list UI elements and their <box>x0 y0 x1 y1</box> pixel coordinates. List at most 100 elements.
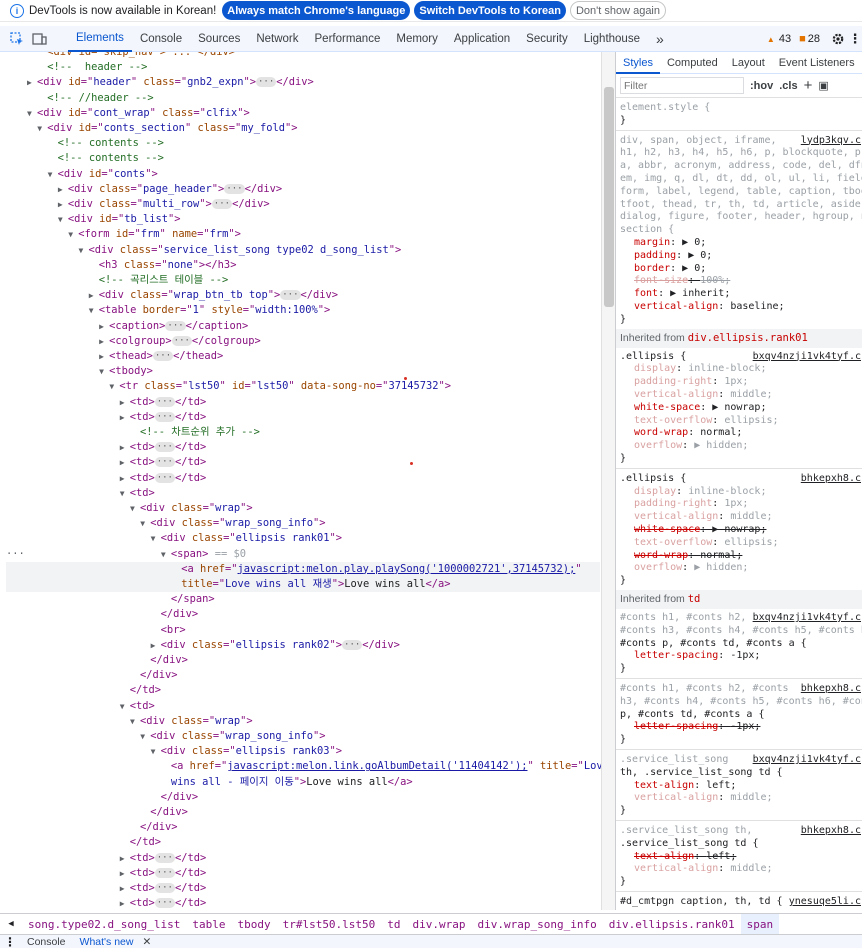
css-property-value[interactable]: left; <box>706 851 736 862</box>
issues-badge[interactable]: ■ 28 <box>799 33 820 45</box>
more-options-icon[interactable]: ⋮ <box>848 31 862 47</box>
expand-triangle-icon[interactable]: ▶ <box>89 288 99 303</box>
breadcrumb-item[interactable]: div.ellipsis.rank01 <box>603 914 741 935</box>
expand-triangle-icon[interactable]: ▶ <box>58 197 68 212</box>
dom-node-line[interactable]: <a href="javascript:melon.link.goAlbumDe… <box>171 759 601 774</box>
dom-node-line[interactable]: <!-- //header --> <box>47 91 153 106</box>
dom-node-line[interactable]: ▶ <td> ··· </td> <box>120 471 207 486</box>
attr-link[interactable]: javascript:melon.play.playSong('10000027… <box>238 563 576 575</box>
css-property-name[interactable]: letter-spacing <box>634 721 718 732</box>
css-property-value[interactable]: ellipsis; <box>724 537 778 548</box>
collapsed-ellipsis[interactable]: ··· <box>154 898 175 909</box>
styles-tab-layout[interactable]: Layout <box>725 52 772 74</box>
css-property-line[interactable]: padding: ▶ 0; <box>634 250 712 263</box>
css-property-value[interactable]: ▶ inherit; <box>670 288 730 299</box>
tab-network[interactable]: Network <box>248 26 306 52</box>
dom-node-line[interactable]: ▶ <td> ··· </td> <box>120 440 207 455</box>
stylesheet-source-link[interactable]: bxqv4nzji1vk4tyf.c <box>749 754 861 767</box>
match-language-button[interactable]: Always match Chrome's language <box>222 1 411 20</box>
dom-node-line[interactable]: ▶ <caption> ··· </caption> <box>99 319 248 334</box>
inherited-target[interactable]: td <box>688 593 701 605</box>
collapsed-ellipsis[interactable]: ··· <box>171 335 192 346</box>
elements-dom-tree[interactable]: <div id="skip_nav"> ... </div> <!-- heade… <box>0 52 601 910</box>
dom-node-line[interactable]: </div> <box>161 790 199 805</box>
dom-node-line[interactable]: ▶ <td> ··· </td> <box>120 395 207 410</box>
breadcrumb-item[interactable]: td <box>381 914 406 935</box>
dom-node-line[interactable]: ▶ <td> ··· </td> <box>120 866 207 881</box>
expand-triangle-icon[interactable]: ▶ <box>58 182 68 197</box>
css-selector-line[interactable]: } <box>620 663 626 676</box>
collapse-triangle-icon[interactable]: ▼ <box>120 486 130 501</box>
collapse-triangle-icon[interactable]: ▼ <box>120 699 130 714</box>
css-property-name[interactable]: vertical-align <box>634 863 718 874</box>
css-property-name[interactable]: letter-spacing <box>634 650 718 661</box>
dom-node-line[interactable]: wins all - 페이지 이동">Love wins all</a> <box>171 775 413 790</box>
css-property-value[interactable]: 1px; <box>724 498 748 509</box>
expand-triangle-icon[interactable]: ▶ <box>120 410 130 425</box>
css-selector-line[interactable]: th, .service_list_song td { <box>620 767 783 780</box>
dom-node-line[interactable]: ▶ <div class="page_header"> ··· </div> <box>58 182 282 197</box>
collapse-triangle-icon[interactable]: ▼ <box>130 501 140 516</box>
collapsed-ellipsis[interactable]: ··· <box>154 411 175 422</box>
css-property-value[interactable]: inline-block; <box>688 363 766 374</box>
dom-node-line[interactable]: <br> <box>161 623 186 638</box>
dom-node-line[interactable]: ▼ <div id="conts"> <box>48 167 158 182</box>
stylesheet-source-link[interactable]: bxqv4nzji1vk4tyf.c <box>749 612 861 625</box>
dom-node-line[interactable]: <!-- header --> <box>47 60 147 75</box>
computed-sidebar-icon[interactable]: ▣ <box>818 79 828 92</box>
css-property-value[interactable]: middle; <box>730 863 772 874</box>
collapsed-ellipsis[interactable]: ··· <box>152 351 174 361</box>
expand-triangle-icon[interactable]: ▶ <box>120 395 130 410</box>
collapse-triangle-icon[interactable]: ▼ <box>109 379 119 394</box>
expand-triangle-icon[interactable]: ▶ <box>99 349 109 364</box>
drawer-tab-what-s-new[interactable]: What's new <box>73 936 141 948</box>
drawer-tab-console[interactable]: Console <box>20 936 73 948</box>
css-property-line[interactable]: text-align: left; <box>634 780 736 793</box>
drawer-menu-icon[interactable]: ⋮ <box>0 935 20 948</box>
breadcrumb-item[interactable]: tr#lst50.lst50 <box>277 914 382 935</box>
tab-sources[interactable]: Sources <box>190 26 248 52</box>
css-property-value[interactable]: middle; <box>730 511 772 522</box>
css-property-value[interactable]: normal; <box>700 550 742 561</box>
css-property-name[interactable]: word-wrap <box>634 427 688 438</box>
css-selector-line[interactable]: } <box>620 575 626 588</box>
css-property-value[interactable]: normal; <box>700 427 742 438</box>
css-property-line[interactable]: margin: ▶ 0; <box>634 237 706 250</box>
collapse-triangle-icon[interactable]: ▼ <box>151 531 161 546</box>
collapse-triangle-icon[interactable]: ▼ <box>130 714 140 729</box>
dom-node-line[interactable]: ▼ <div class="wrap"> <box>130 714 253 729</box>
stylesheet-source-link[interactable]: lydp3kqv.c <box>797 134 861 148</box>
tab-security[interactable]: Security <box>518 26 576 52</box>
css-property-line[interactable]: display: inline-block; <box>634 486 766 499</box>
dom-node-line[interactable]: ▼ <div id="tb_list"> <box>58 212 181 227</box>
css-property-line[interactable]: font: ▶ inherit; <box>634 288 730 301</box>
collapsed-ellipsis[interactable]: ··· <box>154 396 175 407</box>
expand-triangle-icon[interactable]: ▶ <box>151 638 161 653</box>
close-drawer-tab-icon[interactable]: ✕ <box>140 936 153 948</box>
dom-node-line[interactable]: ▶ <td> ··· </td> <box>120 896 207 910</box>
dom-node-line[interactable]: <div id="skip_nav"> ... </div> <box>47 52 235 60</box>
css-property-value[interactable]: baseline; <box>730 301 784 312</box>
breadcrumb-item[interactable]: song.type02.d_song_list <box>22 914 186 935</box>
css-property-name[interactable]: font <box>634 288 658 299</box>
dom-node-line[interactable]: </div> <box>150 805 188 820</box>
dom-node-line[interactable]: ▼ <div class="service_list_song type02 d_… <box>79 243 402 258</box>
more-tabs-button[interactable]: » <box>648 26 672 52</box>
css-selector-line[interactable]: dialog, figure, footer, header, hgroup, … <box>620 211 862 224</box>
dom-node-line[interactable]: ▶ <td> ··· </td> <box>120 851 207 866</box>
collapsed-ellipsis[interactable]: ··· <box>154 852 175 863</box>
dom-node-line[interactable]: ▶ <div class="wrap_btn_tb top"> ··· </div> <box>89 288 338 303</box>
inspect-element-icon[interactable] <box>6 26 28 52</box>
dom-node-line[interactable]: ▼ <tr class="lst50" id="lst50" data-song-… <box>109 379 451 394</box>
css-property-value[interactable]: middle; <box>730 389 772 400</box>
dom-node-line[interactable]: ▼ <tbody> <box>99 364 153 379</box>
collapsed-ellipsis[interactable]: ··· <box>211 199 233 209</box>
expand-triangle-icon[interactable]: ▶ <box>99 334 109 349</box>
css-property-line[interactable]: white-space: ▶ nowrap; <box>634 524 766 537</box>
collapse-triangle-icon[interactable]: ▼ <box>89 303 99 318</box>
css-selector-line[interactable]: em, img, q, dl, dt, dd, ol, ul, li, fiel… <box>620 173 862 186</box>
css-property-value[interactable]: ▶ hidden; <box>694 562 748 573</box>
css-property-name[interactable]: text-align <box>634 851 694 862</box>
css-property-line[interactable]: overflow: ▶ hidden; <box>634 562 748 575</box>
expand-triangle-icon[interactable]: ▶ <box>120 455 130 470</box>
